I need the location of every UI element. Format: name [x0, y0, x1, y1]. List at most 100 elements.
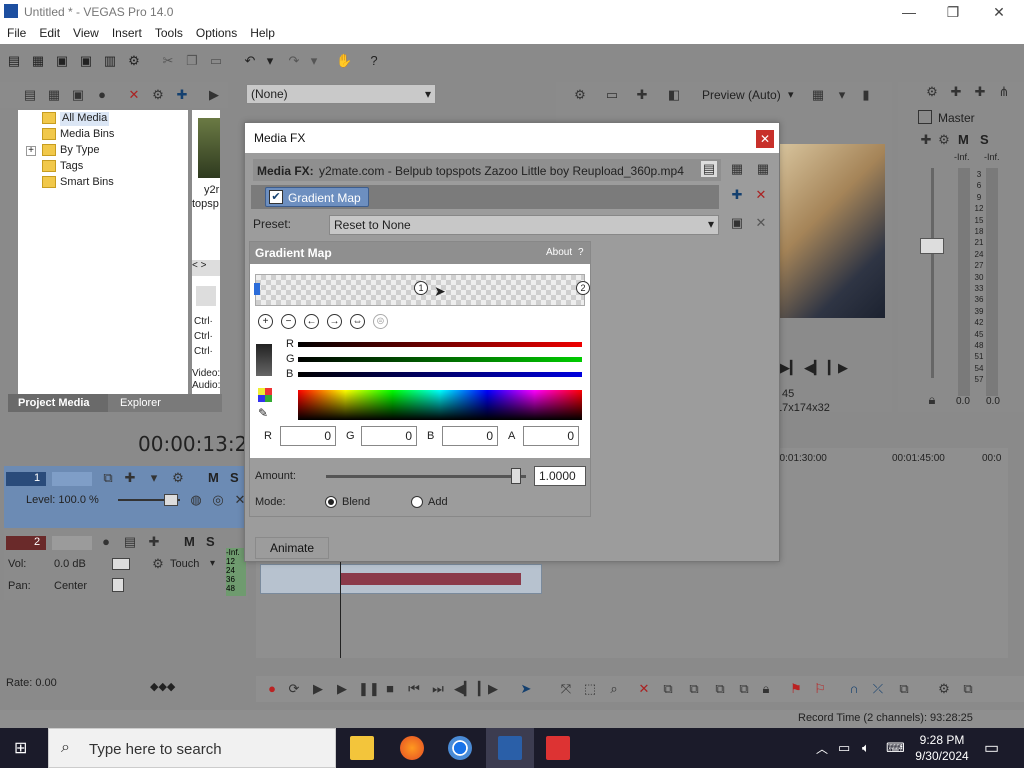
b-input[interactable]: 0	[442, 426, 498, 446]
automation-mode[interactable]: Touch	[170, 558, 199, 570]
amount-slider-handle[interactable]	[511, 468, 521, 484]
color-spectrum[interactable]	[298, 390, 582, 420]
file-explorer-icon[interactable]	[350, 736, 374, 760]
get-media-icon[interactable]: ▣	[70, 87, 86, 103]
track-gear-icon[interactable]: ⚙	[170, 470, 186, 486]
next-stop-icon[interactable]: →	[327, 314, 342, 329]
scroll-arrows[interactable]: < >	[192, 260, 220, 276]
remove-plugin-icon[interactable]: ✕	[753, 187, 769, 203]
help-whats-this-icon[interactable]: ?	[366, 53, 382, 69]
vegas-taskbar-icon[interactable]	[498, 736, 522, 760]
chain-view-icon[interactable]: ▤	[701, 161, 717, 177]
web-icon[interactable]: ●	[94, 87, 110, 103]
close-window-button[interactable]: ✕	[976, 2, 1022, 22]
tab-project-media[interactable]: Project Media	[8, 394, 108, 412]
frame-back-icon[interactable]: ◀▎	[804, 360, 824, 376]
track-fx-icon[interactable]: ✚	[122, 470, 138, 486]
arm-record-icon[interactable]: ●	[98, 534, 114, 550]
import-media-icon[interactable]: ▤	[22, 87, 38, 103]
gradient-marker-1[interactable]: 1	[414, 281, 428, 295]
fx-select[interactable]: (None) ▾	[246, 84, 436, 104]
menu-options[interactable]: Options	[189, 24, 243, 40]
lock-events-icon[interactable]: 🔒︎	[758, 681, 774, 697]
properties-gear-icon[interactable]: ⚙	[126, 53, 142, 69]
preview-gear-icon[interactable]: ⚙	[572, 87, 588, 103]
rate-slider-icon[interactable]: ◆◆◆	[150, 680, 175, 693]
normal-edit-tool-icon[interactable]: ➤	[518, 681, 534, 697]
selection-tool-icon[interactable]: ⬚	[582, 681, 598, 697]
new-file-icon[interactable]: ▤	[6, 53, 22, 69]
gradient-stop-start[interactable]	[254, 283, 260, 295]
tree-item-tags[interactable]: Tags	[60, 160, 83, 174]
copy-icon[interactable]: ❐	[184, 53, 200, 69]
envelope-tool-icon[interactable]: ⤧	[558, 681, 574, 697]
save-as-icon[interactable]: ▣	[78, 53, 94, 69]
mixer-gear-icon[interactable]: ⚙	[924, 84, 940, 100]
tree-item-all-media[interactable]: All Media	[60, 112, 110, 126]
trim-icon[interactable]	[196, 286, 216, 306]
mixer-gear2-icon[interactable]: ⚙	[936, 132, 952, 148]
minimize-button[interactable]: —	[886, 2, 932, 22]
menu-insert[interactable]: Insert	[105, 24, 148, 40]
track-fx-icon[interactable]: ✚	[146, 534, 162, 550]
dialog-close-button[interactable]: ✕	[756, 130, 774, 148]
taskbar-search[interactable]: ⌕ Type here to search	[48, 728, 336, 768]
lock-envelopes-icon[interactable]: ⚙	[936, 681, 952, 697]
preview-quality[interactable]: Preview (Auto)	[702, 88, 781, 102]
media-thumbnail[interactable]	[198, 118, 220, 178]
lock-icon[interactable]: 🔒︎	[924, 392, 940, 408]
add-plugin-icon[interactable]: ✚	[729, 187, 745, 203]
next-frame-icon[interactable]: ▎▶	[478, 681, 498, 697]
undo-icon[interactable]: ↶	[242, 53, 258, 69]
gradient-marker-2[interactable]: 2	[576, 281, 590, 295]
delete-preset-icon[interactable]: ✕	[753, 215, 769, 231]
mode-add-radio[interactable]	[411, 496, 423, 508]
track1-mute[interactable]: M	[208, 470, 219, 485]
menu-view[interactable]: View	[66, 24, 105, 40]
go-to-start-icon[interactable]: ⏮	[406, 681, 422, 697]
b-slider[interactable]	[298, 372, 582, 377]
animate-button[interactable]: Animate	[255, 537, 329, 559]
menu-edit[interactable]: Edit	[32, 24, 66, 40]
downloader-icon[interactable]	[546, 736, 570, 760]
delete-icon[interactable]: ✕	[636, 681, 652, 697]
redo-dropdown-icon[interactable]: ▾	[306, 53, 322, 69]
loop-icon[interactable]: ⟳	[286, 681, 302, 697]
auto-crossfade-icon[interactable]: ⤫	[870, 681, 886, 697]
split-screen-icon[interactable]: ✚	[634, 87, 650, 103]
render-icon[interactable]: ▥	[102, 53, 118, 69]
remove-stop-icon[interactable]: −	[281, 314, 296, 329]
split-icon[interactable]: ⧉	[736, 681, 752, 697]
media-properties-icon[interactable]: ⚙	[150, 87, 166, 103]
ignore-grouping-icon[interactable]: ⧉	[960, 681, 976, 697]
track2-solo[interactable]: S	[206, 534, 215, 549]
envelope-icon[interactable]: ▤	[122, 534, 138, 550]
windows-start-icon[interactable]: ⊞	[14, 740, 32, 758]
g-slider[interactable]	[298, 357, 582, 362]
mixer-fx-icon[interactable]: ✚	[948, 84, 964, 100]
tree-item-smart-bins[interactable]: Smart Bins	[60, 176, 114, 190]
list-view-icon[interactable]: ▦	[729, 161, 745, 177]
about-link[interactable]: About	[546, 247, 572, 258]
firefox-icon[interactable]	[400, 736, 424, 760]
plugin-icon[interactable]: ✋	[336, 53, 352, 69]
ripple-icon[interactable]: ⧉	[896, 681, 912, 697]
r-slider[interactable]	[298, 342, 582, 347]
play-icon[interactable]: ▶	[334, 681, 350, 697]
audio-event[interactable]	[260, 564, 542, 594]
network-icon[interactable]: ▭	[838, 740, 850, 756]
chevron-down-icon[interactable]: ▾	[834, 87, 850, 103]
tab-explorer[interactable]: Explorer	[120, 397, 161, 409]
solo-button[interactable]: S	[980, 132, 989, 147]
tree-item-by-type[interactable]: By Type	[60, 144, 100, 158]
zoom-tool-icon[interactable]: ⌕	[606, 681, 622, 697]
reverse-icon[interactable]: ⇔	[350, 314, 365, 329]
play-from-start-icon[interactable]: ▶	[310, 681, 326, 697]
save-icon[interactable]: ▣	[54, 53, 70, 69]
checkbox-icon[interactable]: ✔	[269, 190, 283, 204]
mixer-insert-icon[interactable]: ✚	[972, 84, 988, 100]
volume-muted-icon[interactable]: 🔈︎	[862, 740, 870, 756]
record-icon[interactable]: ●	[264, 681, 280, 697]
compositing-icon[interactable]: ⧉	[100, 470, 116, 486]
notification-icon[interactable]: ▭	[984, 738, 999, 758]
